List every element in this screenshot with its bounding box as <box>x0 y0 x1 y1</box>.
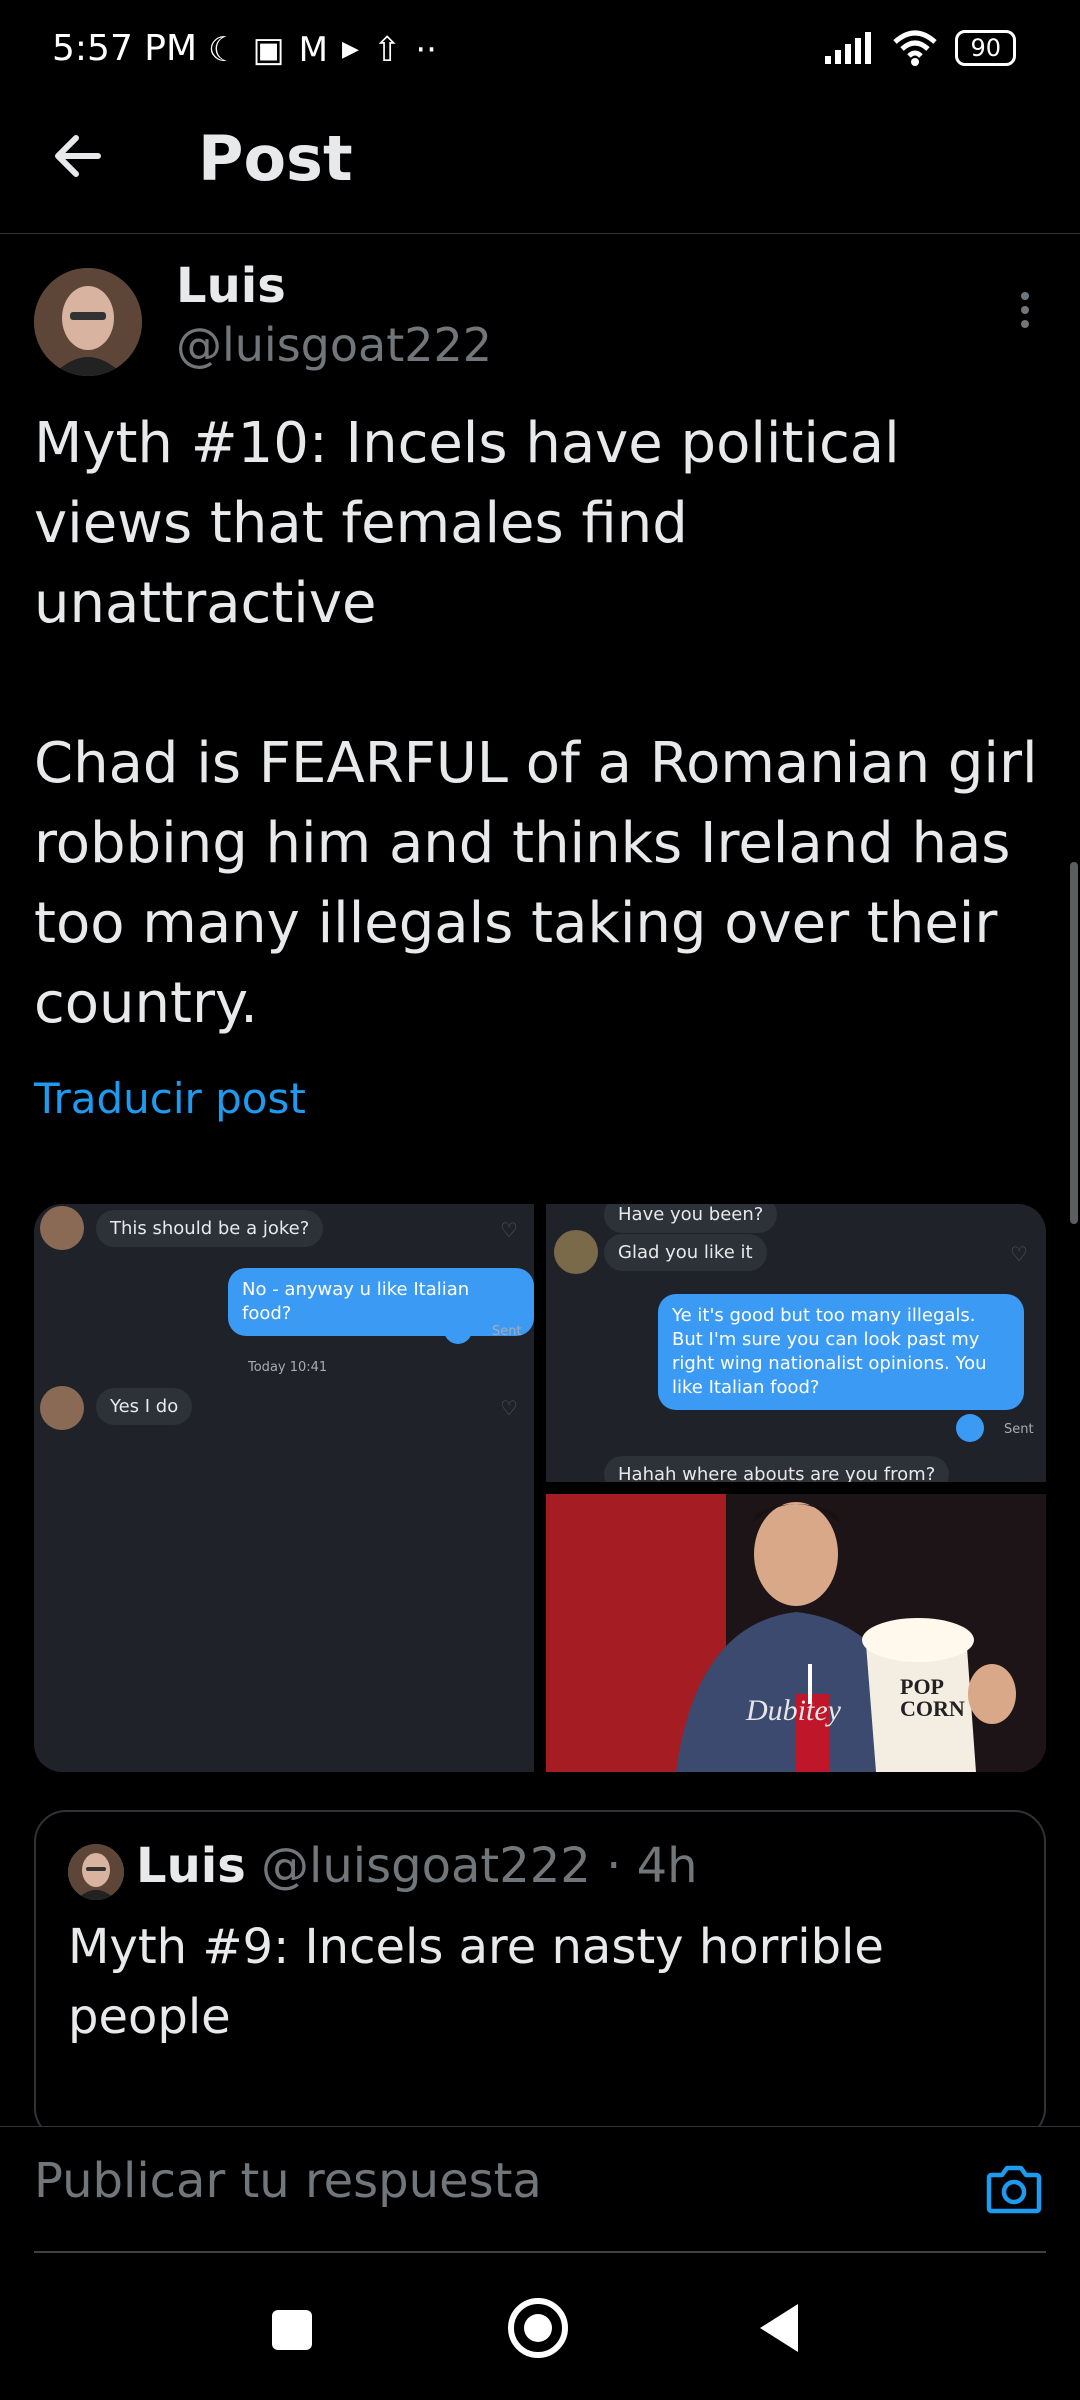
media-photo[interactable]: POP CORN Dubitey <box>546 1494 1046 1772</box>
play-icon: ▶ <box>341 37 359 62</box>
chat-avatar <box>40 1206 84 1250</box>
author-handle[interactable]: @luisgoat222 <box>176 318 492 372</box>
quote-header: Luis @luisgoat222 · 4h <box>136 1838 698 1894</box>
top-bar: Post <box>0 100 1080 234</box>
upload-icon: ⇧ <box>372 30 402 70</box>
camera-icon[interactable] <box>986 2163 1042 2215</box>
author-avatar[interactable] <box>34 268 142 376</box>
chat-message-sent: Ye it's good but too many illegals. But … <box>658 1294 1024 1410</box>
author-name[interactable]: Luis <box>176 258 286 314</box>
quote-text: Myth #9: Incels are nasty horrible peopl… <box>68 1919 949 2138</box>
chat-message: Have you been? <box>604 1204 778 1233</box>
signal-icon <box>825 32 872 64</box>
popcorn-label: POP CORN <box>900 1674 965 1721</box>
page-title: Post <box>198 122 353 195</box>
chat-message: Yes I do <box>96 1388 193 1425</box>
chat-day-label: Today 10:41 <box>248 1360 328 1375</box>
chat-message-sent: No - anyway u like Italian food? <box>228 1268 534 1336</box>
moon-icon: ☾ <box>208 30 239 70</box>
system-nav-bar <box>0 2260 1080 2400</box>
heart-icon: ♡ <box>1010 1242 1028 1266</box>
photo-image <box>546 1494 1046 1772</box>
back-arrow-icon[interactable] <box>48 126 108 186</box>
reply-bar: Publicar tu respuesta <box>0 2126 1080 2258</box>
translate-post-link[interactable]: Traducir post <box>34 1074 306 1123</box>
wifi-icon <box>893 30 938 66</box>
status-bar: 5:57 PM ☾ ▣ M ▶ ⇧ ·· 90 <box>0 0 1080 100</box>
scrollbar[interactable] <box>1070 862 1078 1224</box>
quote-meta: @luisgoat222 · 4h <box>245 1838 698 1894</box>
media-chat-screenshot-2[interactable]: Have you been? Glad you like it ♡ Ye it'… <box>546 1204 1046 1482</box>
sent-label: Sent <box>492 1324 522 1339</box>
back-button[interactable] <box>760 2304 798 2352</box>
home-button[interactable] <box>508 2298 568 2358</box>
chat-avatar <box>554 1230 598 1274</box>
sent-label: Sent <box>1004 1422 1034 1437</box>
read-check-icon <box>956 1414 984 1442</box>
status-time: 5:57 PM <box>52 28 198 69</box>
post-media-grid: This should be a joke? ♡ No - anyway u l… <box>34 1204 1046 1772</box>
media-chat-screenshot-1[interactable]: This should be a joke? ♡ No - anyway u l… <box>34 1204 534 1772</box>
quote-author-name: Luis <box>136 1838 246 1894</box>
read-check-icon <box>444 1316 472 1344</box>
nfc-icon: ▣ <box>252 30 285 70</box>
gmail-icon: M <box>298 30 328 70</box>
reply-underline <box>34 2251 1046 2253</box>
heart-icon: ♡ <box>500 1218 518 1242</box>
status-icons-right: 90 <box>823 28 1016 68</box>
chat-avatar <box>40 1386 84 1430</box>
avatar-image <box>34 268 142 376</box>
more-dots-icon: ·· <box>415 30 437 70</box>
recents-button[interactable] <box>272 2310 312 2350</box>
quote-author-avatar <box>68 1844 124 1900</box>
battery-indicator: 90 <box>955 30 1016 66</box>
reply-input[interactable]: Publicar tu respuesta <box>34 2153 994 2209</box>
quoted-post-card[interactable]: Luis @luisgoat222 · 4h Myth #9: Incels a… <box>34 1810 1046 2140</box>
more-options-icon[interactable] <box>1010 288 1040 332</box>
shirt-text: Dubitey <box>746 1694 841 1727</box>
status-icons-left: ☾ ▣ M ▶ ⇧ ·· <box>208 30 437 70</box>
chat-message: Glad you like it <box>604 1234 767 1271</box>
chat-message: This should be a joke? <box>96 1210 324 1247</box>
post-text: Myth #10: Incels have political views th… <box>34 411 1038 1036</box>
chat-message: Hahah where abouts are you from? <box>604 1456 950 1482</box>
heart-icon: ♡ <box>500 1396 518 1420</box>
